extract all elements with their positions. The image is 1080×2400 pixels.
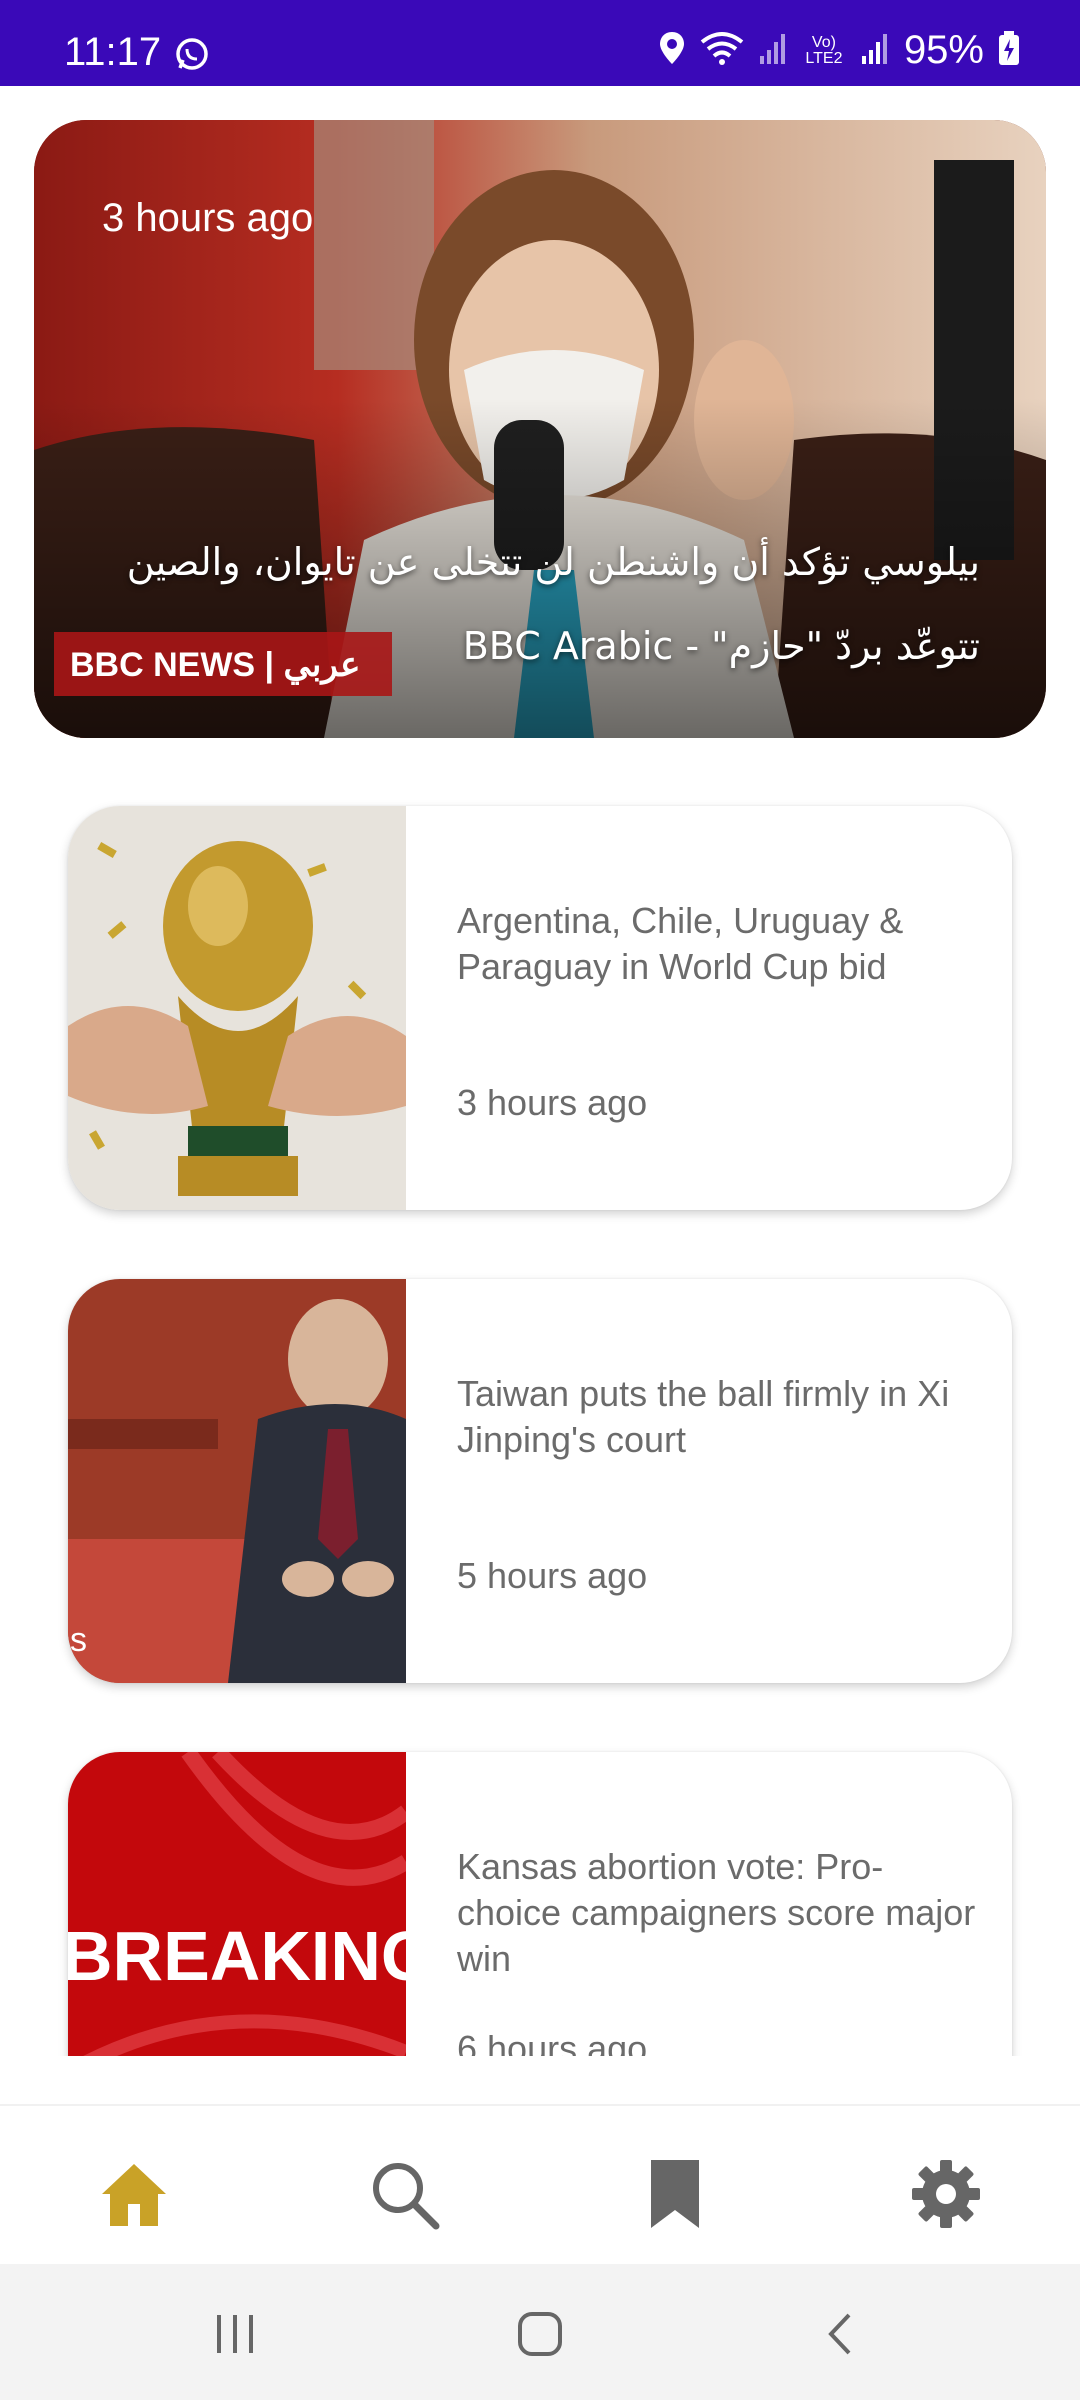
svg-text:s: s [70,1621,87,1659]
featured-article-card[interactable]: BBC NEWS | عربي 3 hours ago بيلوسي تؤكد … [34,120,1046,738]
nav-home[interactable] [94,2154,174,2234]
back-button[interactable] [812,2304,872,2364]
article-title: Argentina, Chile, Uruguay & Paraguay in … [457,900,904,987]
article-time: 5 hours ago [457,1555,648,1596]
home-icon [102,2164,166,2226]
article-time: 3 hours ago [457,1082,648,1123]
status-time: 11:17 [64,30,162,74]
bottom-navigation [0,2104,1080,2266]
bookmark-icon [651,2160,699,2228]
breaking-label: BREAKING [68,1917,406,1995]
recent-apps-button[interactable] [206,2304,266,2364]
search-icon [373,2163,440,2230]
signal-icon [860,30,890,71]
whatsapp-icon [174,36,210,77]
gear-icon [912,2160,980,2228]
nav-search[interactable] [364,2154,444,2234]
battery-charging-icon [998,30,1020,71]
featured-article-title: بيلوسي تؤكد أن واشنطن لن تتخلى عن تايوان… [126,540,980,668]
signal-icon [758,30,788,71]
news-list-item[interactable]: Argentina, Chile, Uruguay & Paraguay in … [68,806,1012,1210]
nav-bookmarks[interactable] [635,2154,715,2234]
article-thumbnail-image: s [68,1279,406,1683]
nav-settings[interactable] [906,2154,986,2234]
status-icons: Vo) LTE2 95% [658,28,1020,73]
back-icon [828,2313,851,2355]
wifi-icon [700,30,744,71]
news-list-item[interactable]: s Taiwan puts the ball firmly in Xi Jinp… [68,1279,1012,1683]
location-icon [658,30,686,71]
system-navigation-bar [0,2264,1080,2400]
battery-percentage: 95% [903,28,984,72]
home-circle-icon [518,2312,562,2356]
status-bar: 11:17 Vo) LTE2 95% [0,0,1080,86]
featured-article-time: 3 hours ago [102,196,314,240]
article-thumbnail-image [68,806,406,1210]
volte-icon: Vo) LTE2 [805,33,843,67]
recent-apps-icon [217,2315,253,2353]
home-button[interactable] [510,2304,570,2364]
list-clip [0,2056,1080,2110]
article-title: Taiwan puts the ball firmly in Xi Jinpin… [457,1373,950,1460]
article-title: Kansas abortion vote: Pro-choice campaig… [457,1846,976,1979]
